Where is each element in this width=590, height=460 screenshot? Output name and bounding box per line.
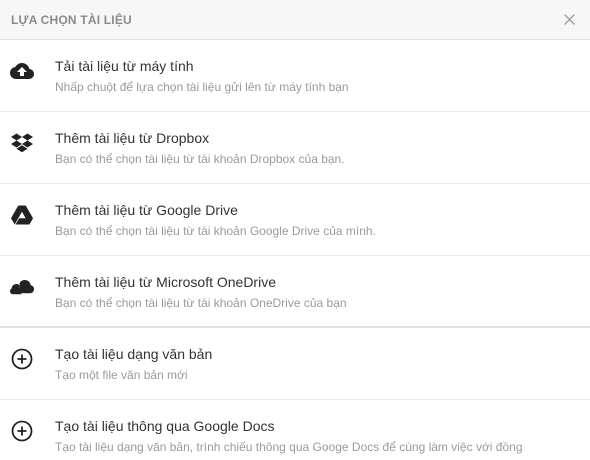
google-drive-icon [10, 203, 34, 227]
plus-circle-icon [10, 347, 34, 371]
document-picker-dialog: LỰA CHỌN TÀI LIỆU Tải tài liệu từ máy tí… [0, 0, 590, 460]
option-title: Tạo tài liệu dạng văn bản [55, 346, 213, 362]
option-description: Bạn có thể chọn tài liệu từ tài khoản Dr… [55, 152, 345, 166]
close-button[interactable] [560, 11, 578, 29]
close-icon [563, 14, 575, 25]
option-create-google-docs[interactable]: Tạo tài liệu thông qua Google Docs Tạo t… [0, 400, 590, 460]
option-title: Tạo tài liệu thông qua Google Docs [55, 418, 275, 434]
option-description: Tạo tài liệu dạng văn bản, trình chiếu t… [55, 440, 523, 454]
option-onedrive[interactable]: Thêm tài liệu từ Microsoft OneDrive Bạn … [0, 256, 590, 328]
onedrive-icon [10, 275, 34, 299]
option-create-text-document[interactable]: Tạo tài liệu dạng văn bản Tạo một file v… [0, 328, 590, 400]
option-title: Thêm tài liệu từ Google Drive [55, 202, 238, 218]
dialog-header: LỰA CHỌN TÀI LIỆU [0, 0, 590, 40]
option-description: Bạn có thể chọn tài liệu từ tài khoản Go… [55, 224, 376, 238]
dialog-title: LỰA CHỌN TÀI LIỆU [11, 12, 132, 27]
option-title: Thêm tài liệu từ Microsoft OneDrive [55, 274, 276, 290]
cloud-upload-icon [10, 59, 34, 83]
option-upload-from-computer[interactable]: Tải tài liệu từ máy tính Nhấp chuột để l… [0, 40, 590, 112]
option-description: Tạo một file văn bản mới [55, 368, 188, 382]
option-dropbox[interactable]: Thêm tài liệu từ Dropbox Bạn có thể chọn… [0, 112, 590, 184]
dropbox-icon [10, 131, 34, 155]
option-title: Tải tài liệu từ máy tính [55, 58, 194, 74]
option-google-drive[interactable]: Thêm tài liệu từ Google Drive Bạn có thể… [0, 184, 590, 256]
option-title: Thêm tài liệu từ Dropbox [55, 130, 210, 146]
plus-circle-icon [10, 419, 34, 443]
option-description: Nhấp chuột để lựa chọn tài liệu gửi lên … [55, 80, 349, 94]
option-description: Bạn có thể chọn tài liệu từ tài khoản On… [55, 296, 347, 310]
